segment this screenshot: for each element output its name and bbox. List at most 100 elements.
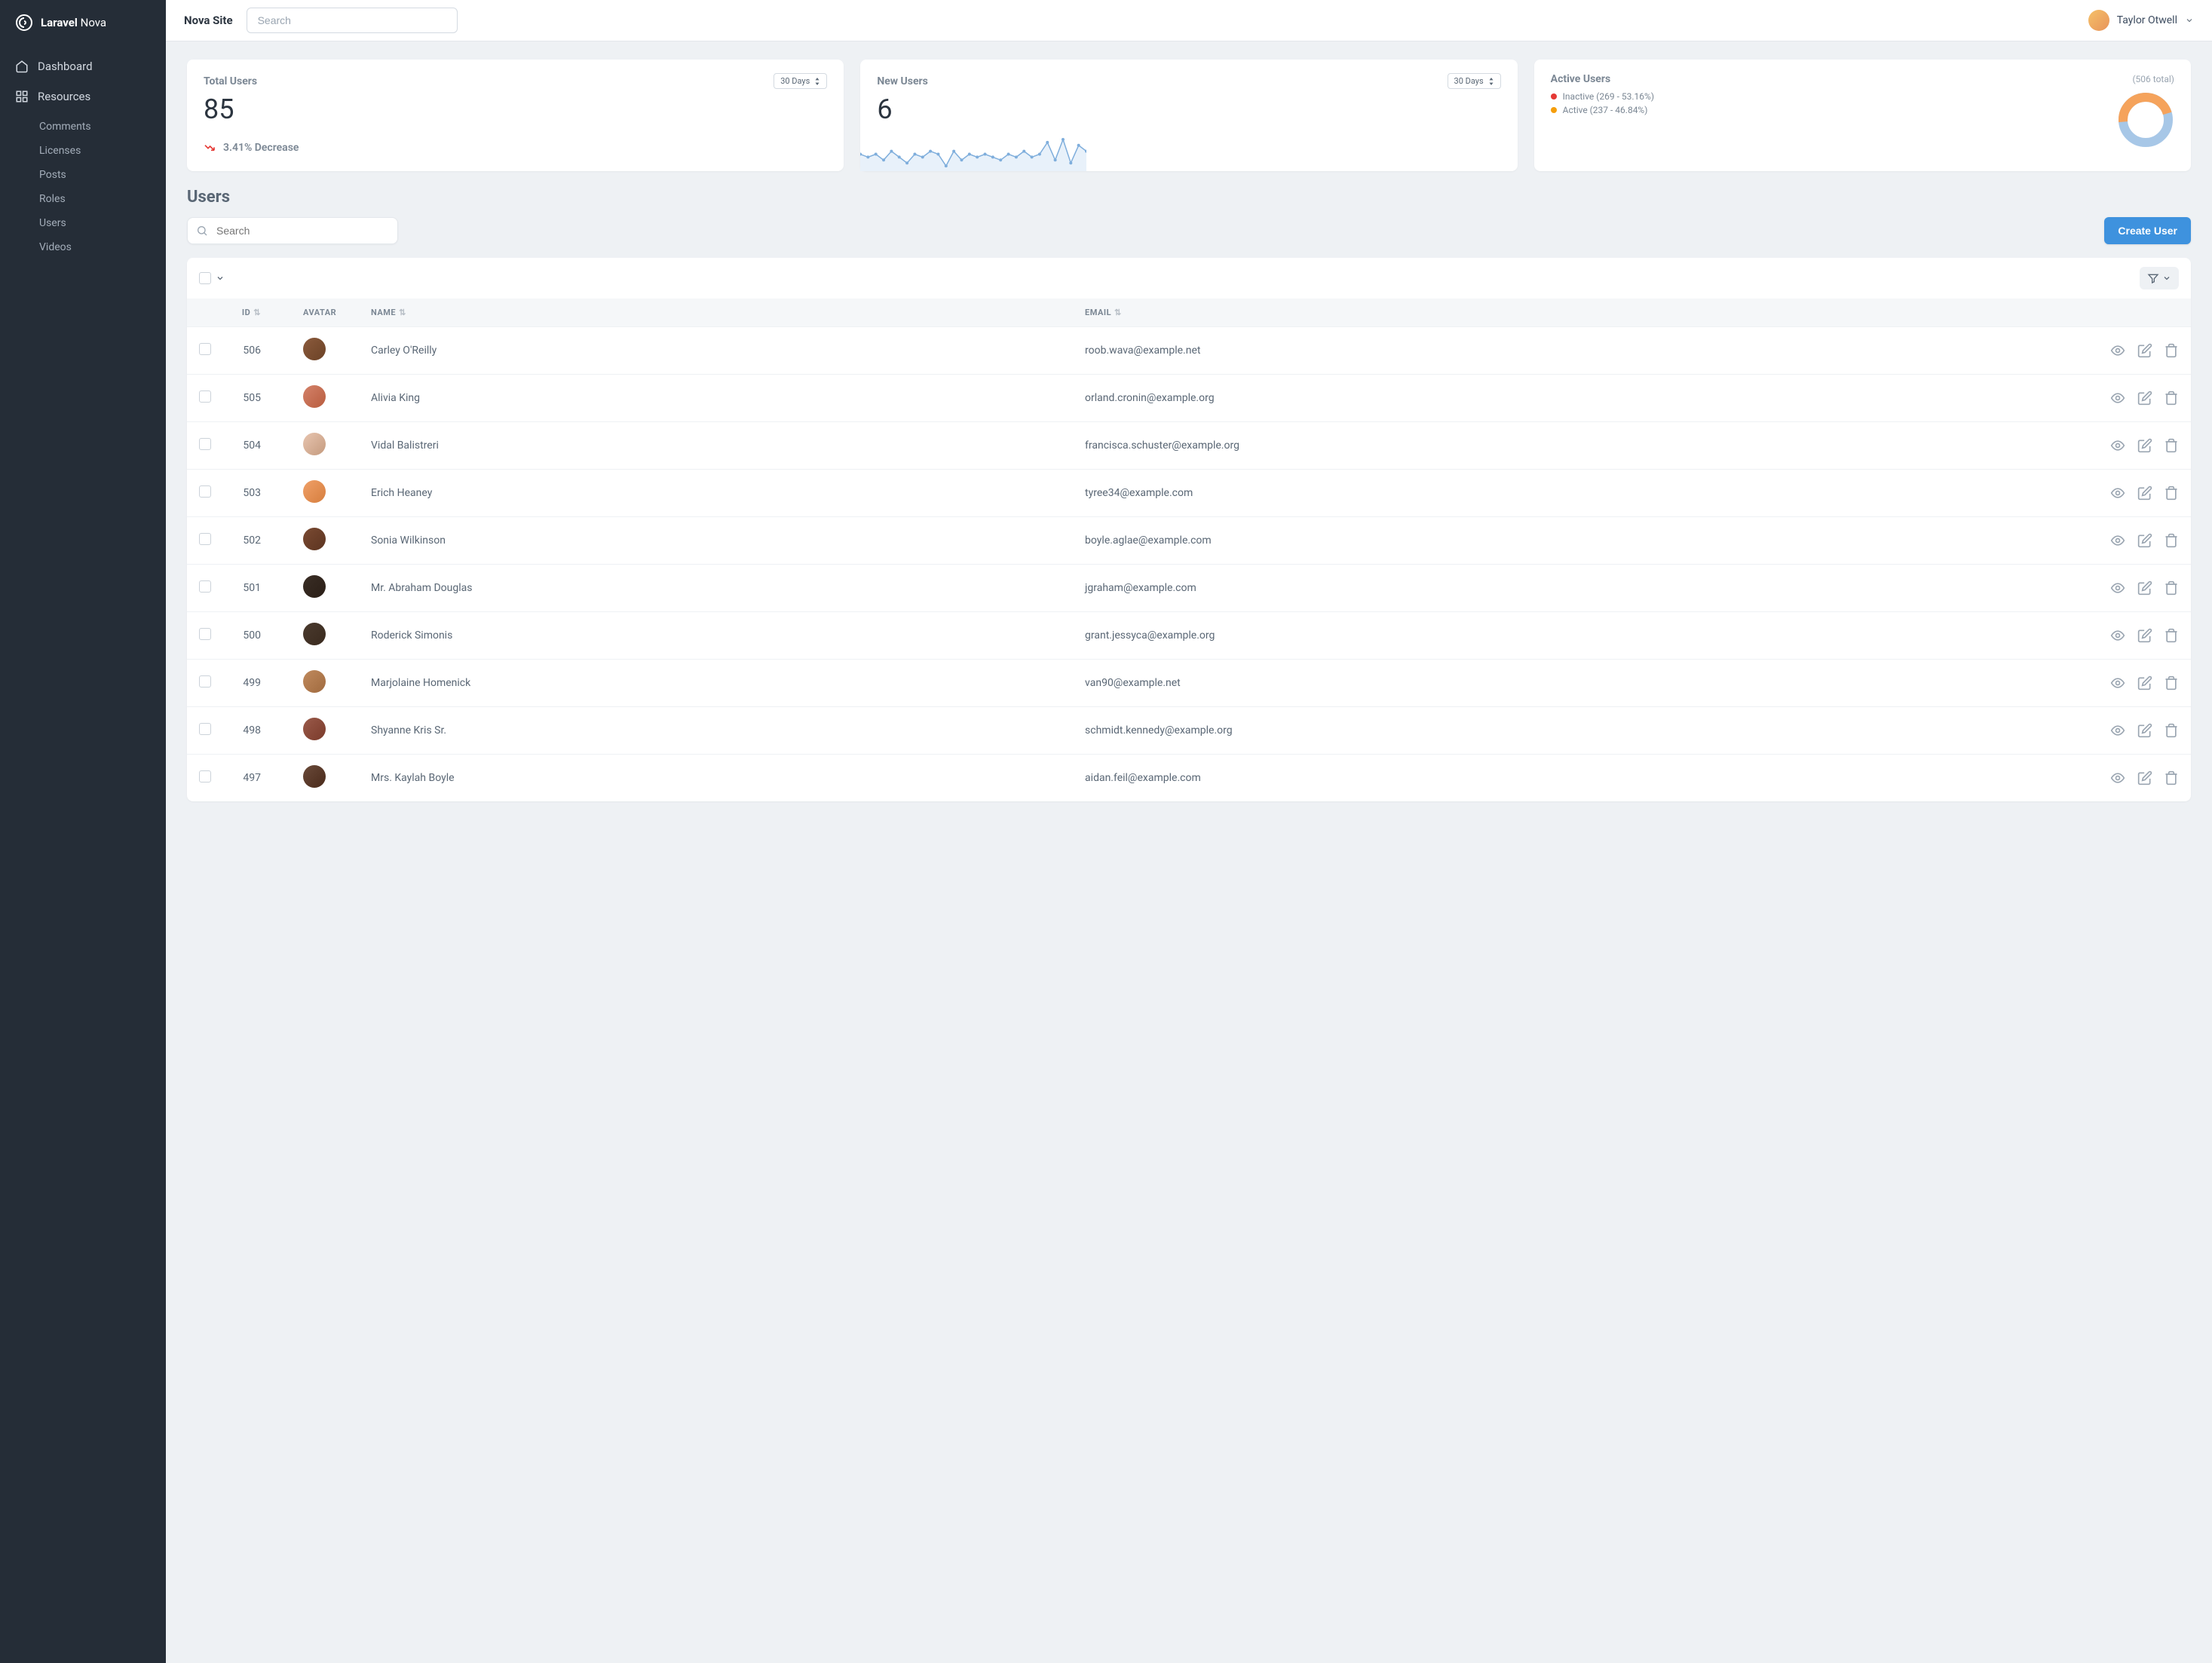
col-name[interactable]: NAME⇅	[359, 299, 1073, 327]
range-select[interactable]: 30 Days	[1448, 73, 1501, 89]
user-avatar	[2088, 10, 2109, 31]
nav-label: Dashboard	[38, 60, 93, 73]
sparkline-chart	[860, 132, 1086, 171]
view-button[interactable]	[2110, 485, 2125, 501]
view-button[interactable]	[2110, 628, 2125, 643]
edit-button[interactable]	[2137, 675, 2152, 691]
edit-button[interactable]	[2137, 533, 2152, 548]
delete-button[interactable]	[2164, 485, 2179, 501]
sidebar-item-posts[interactable]: Posts	[0, 163, 166, 187]
edit-button[interactable]	[2137, 628, 2152, 643]
view-button[interactable]	[2110, 390, 2125, 406]
sidebar-item-roles[interactable]: Roles	[0, 187, 166, 211]
sort-icon: ⇅	[1114, 308, 1122, 317]
view-button[interactable]	[2110, 580, 2125, 596]
card-title: Active Users	[1551, 73, 1610, 85]
col-check	[187, 299, 223, 327]
row-name: Vidal Balistreri	[359, 422, 1073, 470]
row-id: 501	[223, 565, 291, 612]
delete-button[interactable]	[2164, 675, 2179, 691]
row-checkbox[interactable]	[199, 628, 211, 640]
card-value: 85	[204, 95, 827, 125]
sidebar-item-comments[interactable]: Comments	[0, 115, 166, 139]
edit-button[interactable]	[2137, 390, 2152, 406]
row-checkbox[interactable]	[199, 390, 211, 403]
row-id: 499	[223, 660, 291, 707]
global-search-input[interactable]	[247, 8, 458, 33]
legend-item-inactive: Inactive (269 - 53.16%)	[1551, 91, 2174, 102]
select-all[interactable]	[199, 272, 225, 284]
delete-button[interactable]	[2164, 343, 2179, 358]
content: Total Users 30 Days 85 3.41% Decrease	[166, 41, 2212, 819]
row-checkbox[interactable]	[199, 438, 211, 450]
row-checkbox[interactable]	[199, 770, 211, 782]
row-checkbox[interactable]	[199, 723, 211, 735]
sidebar-item-videos[interactable]: Videos	[0, 235, 166, 259]
user-menu[interactable]: Taylor Otwell	[2088, 10, 2194, 31]
edit-button[interactable]	[2137, 438, 2152, 453]
row-checkbox[interactable]	[199, 675, 211, 688]
filter-button[interactable]	[2140, 267, 2179, 289]
row-email: van90@example.net	[1073, 660, 2089, 707]
row-checkbox[interactable]	[199, 533, 211, 545]
table-row: 504 Vidal Balistreri francisca.schuster@…	[187, 422, 2191, 470]
row-avatar	[303, 385, 326, 408]
row-checkbox[interactable]	[199, 343, 211, 355]
row-name: Roderick Simonis	[359, 612, 1073, 660]
edit-button[interactable]	[2137, 580, 2152, 596]
row-email: schmidt.kennedy@example.org	[1073, 707, 2089, 755]
card-new-users: New Users 30 Days 6	[860, 60, 1517, 171]
row-email: jgraham@example.com	[1073, 565, 2089, 612]
col-id[interactable]: ID⇅	[223, 299, 291, 327]
sidebar-item-licenses[interactable]: Licenses	[0, 139, 166, 163]
delete-button[interactable]	[2164, 533, 2179, 548]
row-avatar	[303, 718, 326, 740]
row-id: 505	[223, 375, 291, 422]
nav-item-dashboard[interactable]: Dashboard	[0, 51, 166, 81]
chevron-down-icon[interactable]	[216, 274, 225, 283]
row-checkbox[interactable]	[199, 485, 211, 498]
sidebar-item-users[interactable]: Users	[0, 211, 166, 235]
table-row: 499 Marjolaine Homenick van90@example.ne…	[187, 660, 2191, 707]
range-select[interactable]: 30 Days	[774, 73, 827, 89]
delete-button[interactable]	[2164, 628, 2179, 643]
row-checkbox[interactable]	[199, 580, 211, 593]
edit-button[interactable]	[2137, 343, 2152, 358]
row-id: 503	[223, 470, 291, 517]
view-button[interactable]	[2110, 533, 2125, 548]
row-avatar	[303, 623, 326, 645]
view-button[interactable]	[2110, 675, 2125, 691]
view-button[interactable]	[2110, 770, 2125, 786]
resource-search-input[interactable]	[187, 217, 398, 244]
col-email[interactable]: EMAIL⇅	[1073, 299, 2089, 327]
table-card: ID⇅ AVATAR NAME⇅ EMAIL⇅ 506 Carley O'Rei…	[187, 258, 2191, 801]
delete-button[interactable]	[2164, 438, 2179, 453]
edit-button[interactable]	[2137, 485, 2152, 501]
nav-label: Resources	[38, 90, 90, 103]
nav-item-resources[interactable]: Resources	[0, 81, 166, 112]
delete-button[interactable]	[2164, 770, 2179, 786]
users-table: ID⇅ AVATAR NAME⇅ EMAIL⇅ 506 Carley O'Rei…	[187, 299, 2191, 801]
resource-search	[187, 217, 398, 244]
row-avatar	[303, 433, 326, 455]
row-avatar	[303, 528, 326, 550]
brand[interactable]: Laravel Nova	[0, 0, 166, 45]
card-active-users: Active Users (506 total) Inactive (269 -…	[1534, 60, 2191, 171]
row-name: Mrs. Kaylah Boyle	[359, 755, 1073, 802]
table-row: 502 Sonia Wilkinson boyle.aglae@example.…	[187, 517, 2191, 565]
view-button[interactable]	[2110, 438, 2125, 453]
view-button[interactable]	[2110, 723, 2125, 738]
delete-button[interactable]	[2164, 390, 2179, 406]
global-search	[247, 8, 458, 33]
delete-button[interactable]	[2164, 723, 2179, 738]
legend: Inactive (269 - 53.16%) Active (237 - 46…	[1551, 91, 2174, 115]
delete-button[interactable]	[2164, 580, 2179, 596]
create-user-button[interactable]: Create User	[2104, 217, 2191, 244]
edit-button[interactable]	[2137, 723, 2152, 738]
edit-button[interactable]	[2137, 770, 2152, 786]
row-id: 497	[223, 755, 291, 802]
row-avatar	[303, 670, 326, 693]
select-all-checkbox[interactable]	[199, 272, 211, 284]
sort-icon: ⇅	[399, 308, 406, 317]
view-button[interactable]	[2110, 343, 2125, 358]
